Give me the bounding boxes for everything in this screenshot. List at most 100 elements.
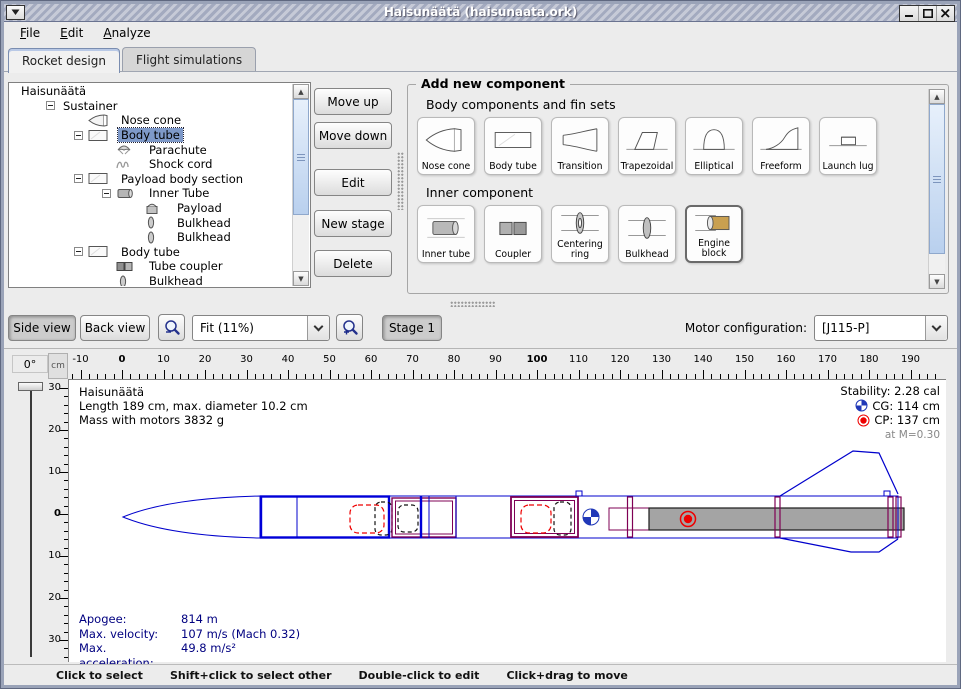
flight-info-label: Apogee: bbox=[79, 612, 181, 627]
delete-button[interactable]: Delete bbox=[314, 250, 392, 277]
minimize-button[interactable] bbox=[900, 6, 918, 21]
chevron-down-icon[interactable] bbox=[307, 316, 329, 340]
tree-item-nose-cone[interactable]: Nose cone bbox=[10, 113, 293, 128]
tree-item-haisun-t[interactable]: Haisunäätä bbox=[10, 84, 293, 99]
tree-item-body-tube[interactable]: Body tube bbox=[10, 128, 293, 143]
component-group-label: Inner component bbox=[426, 185, 924, 200]
tab-rocket-design[interactable]: Rocket design bbox=[8, 48, 120, 73]
component-scrollbar-thumb[interactable] bbox=[929, 104, 945, 254]
tree-item-inner-tube[interactable]: Inner Tube bbox=[10, 186, 293, 201]
fin-bottom-shape[interactable] bbox=[780, 538, 898, 552]
stage-1-toggle[interactable]: Stage 1 bbox=[382, 315, 442, 341]
add-nose-cone-button[interactable]: Nose cone bbox=[417, 117, 475, 175]
ruler-tick bbox=[247, 370, 248, 379]
ruler-tick-label: 140 bbox=[688, 354, 718, 365]
ruler-tick-label: 10 bbox=[48, 550, 61, 561]
tree-item-label: Shock cord bbox=[146, 157, 215, 171]
zoom-in-button[interactable] bbox=[336, 314, 363, 341]
tree-item-body-tube[interactable]: Body tube bbox=[10, 245, 293, 260]
component-button-label: Trapezoidal bbox=[620, 162, 675, 172]
add-coupler-button[interactable]: Coupler bbox=[484, 205, 542, 263]
window-controls bbox=[899, 5, 955, 22]
launch-lug-shape[interactable] bbox=[884, 491, 890, 496]
tree-item-label: Tube coupler bbox=[146, 259, 226, 273]
ruler-tick-label: 0 bbox=[54, 508, 61, 519]
zoom-out-button[interactable] bbox=[158, 314, 185, 341]
launch-lug-shape[interactable] bbox=[576, 491, 582, 496]
fin-top-shape[interactable] bbox=[780, 451, 898, 496]
title-bar[interactable]: Haisunäätä (haisunaata.ork) bbox=[4, 4, 957, 22]
component-scrollbar[interactable]: ▲ ▼ bbox=[928, 89, 945, 289]
tree-expander-icon[interactable] bbox=[74, 247, 83, 256]
zoom-level-select[interactable]: Fit (11%) bbox=[192, 315, 330, 341]
back-view-button[interactable]: Back view bbox=[80, 315, 150, 341]
rocket-name: Haisunäätä bbox=[79, 385, 308, 399]
tree-item-label: Payload bbox=[174, 201, 225, 215]
vertical-ruler: -30-20-100102030 bbox=[48, 379, 68, 662]
add-inner-tube-button[interactable]: Inner tube bbox=[417, 205, 475, 263]
tree-expander-icon[interactable] bbox=[74, 174, 83, 183]
rocket-canvas[interactable]: Haisunäätä Length 189 cm, max. diameter … bbox=[68, 379, 946, 662]
tree-item-payload[interactable]: Payload bbox=[10, 201, 293, 216]
ruler-tick bbox=[60, 598, 68, 599]
tree-item-parachute[interactable]: Parachute bbox=[10, 142, 293, 157]
scroll-up-icon[interactable]: ▲ bbox=[293, 84, 309, 99]
add-launch-lug-button[interactable]: Launch lug bbox=[819, 117, 877, 175]
window-title: Haisunäätä (haisunaata.ork) bbox=[4, 5, 957, 19]
tree-expander-icon[interactable] bbox=[74, 131, 83, 140]
stability-info: Stability: 2.28 cal CG: 114 cm CP: 137 c… bbox=[840, 384, 940, 442]
motor-configuration-select[interactable]: [J115-P] bbox=[814, 315, 948, 341]
add-centering-ring-button[interactable]: Centering ring bbox=[551, 205, 609, 263]
add-body-tube-button[interactable]: Body tube bbox=[484, 117, 542, 175]
ruler-tick bbox=[288, 370, 289, 379]
side-view-button[interactable]: Side view bbox=[8, 315, 76, 341]
scroll-down-icon[interactable]: ▼ bbox=[929, 274, 945, 289]
vertical-splitter-handle[interactable] bbox=[397, 152, 404, 210]
menu-edit[interactable]: Edit bbox=[50, 24, 93, 42]
innertube-icon bbox=[116, 187, 146, 200]
add-trapezoidal-button[interactable]: Trapezoidal bbox=[618, 117, 676, 175]
scroll-down-icon[interactable]: ▼ bbox=[293, 271, 309, 286]
tree-scrollbar-thumb[interactable] bbox=[293, 99, 309, 215]
move-down-button[interactable]: Move down bbox=[314, 122, 392, 149]
tree-scrollbar[interactable]: ▲ ▼ bbox=[292, 84, 309, 286]
maximize-button[interactable] bbox=[918, 6, 936, 21]
component-button-label: Transition bbox=[557, 162, 604, 172]
add-bulkhead-button[interactable]: Bulkhead bbox=[618, 205, 676, 263]
nose-cone-shape[interactable] bbox=[123, 496, 260, 538]
ruler-tick-label: 90 bbox=[481, 354, 511, 365]
tree-item-bulkhead[interactable]: Bulkhead bbox=[10, 274, 293, 286]
tab-flight-simulations[interactable]: Flight simulations bbox=[122, 47, 256, 72]
tree-item-sustainer[interactable]: Sustainer bbox=[10, 99, 293, 114]
tree-item-tube-coupler[interactable]: Tube coupler bbox=[10, 259, 293, 274]
tree-item-bulkhead[interactable]: Bulkhead bbox=[10, 230, 293, 245]
add-freeform-button[interactable]: Freeform bbox=[752, 117, 810, 175]
tree-item-payload-body-section[interactable]: Payload body section bbox=[10, 172, 293, 187]
add-engine-block-button[interactable]: Engine block bbox=[685, 205, 743, 263]
menu-file[interactable]: File bbox=[10, 24, 50, 42]
ruler-tick bbox=[60, 514, 68, 515]
move-up-button[interactable]: Move up bbox=[314, 88, 392, 115]
tree-item-shock-cord[interactable]: Shock cord bbox=[10, 157, 293, 172]
rotation-slider-track[interactable] bbox=[30, 383, 32, 657]
ruler-tick bbox=[537, 370, 538, 379]
chevron-down-icon[interactable] bbox=[925, 316, 947, 340]
rotation-slider-handle[interactable] bbox=[18, 382, 43, 391]
menu-analyze[interactable]: Analyze bbox=[93, 24, 160, 42]
horizontal-splitter-handle[interactable] bbox=[450, 301, 496, 307]
bodytube-icon bbox=[490, 118, 536, 162]
edit-button[interactable]: Edit bbox=[314, 169, 392, 196]
add-elliptical-button[interactable]: Elliptical bbox=[685, 117, 743, 175]
close-button[interactable] bbox=[936, 6, 954, 21]
tree-item-label: Bulkhead bbox=[174, 216, 234, 230]
new-stage-button[interactable]: New stage bbox=[314, 210, 392, 237]
bodytube-icon bbox=[88, 129, 118, 142]
tree-expander-icon[interactable] bbox=[102, 189, 111, 198]
trapezoidal-icon bbox=[624, 118, 670, 162]
add-transition-button[interactable]: Transition bbox=[551, 117, 609, 175]
scroll-up-icon[interactable]: ▲ bbox=[929, 89, 945, 104]
tree-expander-icon[interactable] bbox=[46, 101, 55, 110]
tree-item-bulkhead[interactable]: Bulkhead bbox=[10, 215, 293, 230]
ruler-tick-label: 30 bbox=[232, 354, 262, 365]
tab-pane-edge bbox=[4, 71, 957, 72]
